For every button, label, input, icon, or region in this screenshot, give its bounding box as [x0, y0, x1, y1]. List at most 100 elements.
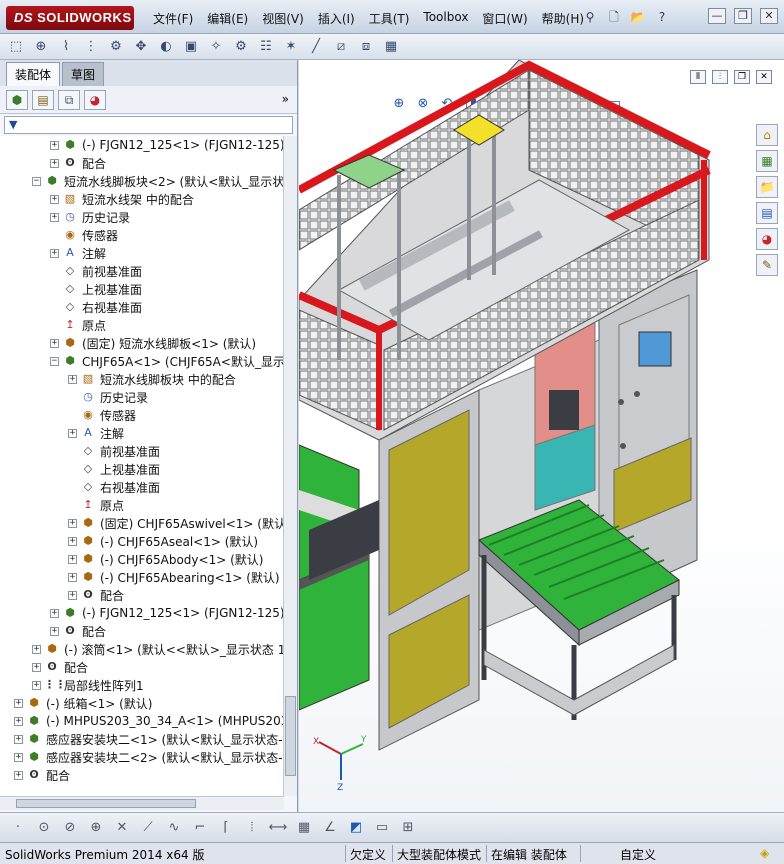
shaded-icon[interactable]: ◩	[346, 818, 366, 838]
tree-item[interactable]: + ◷ 历史记录	[50, 208, 130, 226]
rectangle-icon[interactable]: ▭	[372, 818, 392, 838]
corner-icon[interactable]: ⌈	[216, 818, 236, 838]
expand-toggle[interactable]: +	[68, 428, 77, 438]
tree-horizontal-scrollbar[interactable]	[0, 796, 284, 810]
menu-view[interactable]: 视图(V)	[255, 8, 311, 29]
expand-toggle[interactable]: +	[50, 140, 59, 150]
expand-toggle[interactable]: +	[50, 212, 59, 222]
appearances-icon[interactable]: ◕	[756, 228, 778, 250]
explode-line-sketch-icon[interactable]: ╱	[306, 37, 326, 57]
tree-item[interactable]: ◉ 传感器	[50, 226, 118, 244]
tree-item[interactable]: ◇ 右视基准面	[50, 298, 142, 316]
menu-insert[interactable]: 插入(I)	[311, 8, 362, 29]
tab-assembly[interactable]: 装配体	[6, 62, 61, 86]
table-icon[interactable]: ⊞	[398, 818, 418, 838]
menu-tools[interactable]: 工具(T)	[362, 8, 417, 29]
trim-icon[interactable]: ✕	[112, 818, 132, 838]
expand-toggle[interactable]: +	[50, 626, 59, 636]
tree-item[interactable]: + ʘ 配合	[14, 766, 70, 784]
status-custom-units[interactable]: 自定义	[620, 846, 656, 863]
tree-item[interactable]: ↥ 原点	[68, 496, 124, 514]
line-icon[interactable]: ⟋	[138, 818, 158, 838]
tree-item[interactable]: + ⬢ (-) CHJF65Abody<1> (默认)	[68, 550, 263, 568]
dimension-icon[interactable]: ⟷	[268, 818, 288, 838]
menu-edit[interactable]: 编辑(E)	[200, 8, 255, 29]
menu-file[interactable]: 文件(F)	[146, 8, 200, 29]
expand-toggle[interactable]: +	[14, 716, 23, 726]
polygon-icon[interactable]: ⊕	[86, 818, 106, 838]
tree-item[interactable]: ◇ 前视基准面	[50, 262, 142, 280]
tree-item[interactable]: + ⋮⋮ 局部线性阵列1	[32, 676, 144, 694]
expand-toggle[interactable]: +	[14, 734, 23, 744]
tree-item[interactable]: + ⬢ (固定) CHJF65Aswivel<1> (默认)	[68, 514, 284, 532]
tree-item[interactable]: + ʘ 配合	[50, 622, 106, 640]
smart-fasteners-icon[interactable]: ⚙	[106, 37, 126, 57]
tree-item[interactable]: + ⬢ (-) CHJF65Abearing<1> (默认)	[68, 568, 280, 586]
expand-toggle[interactable]: +	[32, 662, 41, 672]
collapse-toggle[interactable]: −	[50, 356, 59, 366]
menu-window[interactable]: 窗口(W)	[475, 8, 534, 29]
point-icon[interactable]: ·	[8, 818, 28, 838]
circle-icon[interactable]: ⊙	[34, 818, 54, 838]
tree-item[interactable]: + ▧ 短流水线脚板块 中的配合	[68, 370, 236, 388]
tree-item[interactable]: + ʘ 配合	[32, 658, 88, 676]
tree-item[interactable]: + ⬢ 感应器安装块二<2> (默认<默认_显示状态-1>	[14, 748, 284, 766]
expand-toggle[interactable]: +	[32, 644, 41, 654]
design-library-icon[interactable]: ▦	[756, 150, 778, 172]
expand-toggle[interactable]: +	[14, 770, 23, 780]
assembly-features-icon[interactable]: ▣	[181, 37, 201, 57]
grid-icon[interactable]: ▦	[294, 818, 314, 838]
show-hidden-icon[interactable]: ◐	[156, 37, 176, 57]
tab-sketch[interactable]: 草图	[62, 62, 105, 86]
pin-icon[interactable]: ⚲	[580, 8, 600, 26]
tree-item[interactable]: + ⬢ 感应器安装块二<1> (默认<默认_显示状态-1>	[14, 730, 284, 748]
move-component-icon[interactable]: ✥	[131, 37, 151, 57]
custom-properties-icon[interactable]: ✎	[756, 254, 778, 276]
close-button[interactable]: ✕	[760, 8, 778, 24]
fillet-icon[interactable]: ⌐	[190, 818, 210, 838]
expand-toggle[interactable]: +	[68, 518, 77, 528]
collapse-toggle[interactable]: −	[32, 176, 41, 186]
interference-detection-icon[interactable]: ⧄	[331, 37, 351, 57]
scrollbar-thumb[interactable]	[285, 696, 296, 776]
expand-toggle[interactable]: +	[68, 536, 77, 546]
tree-vertical-scrollbar[interactable]	[283, 136, 297, 796]
tree-item[interactable]: + ʘ 配合	[68, 586, 124, 604]
new-document-icon[interactable]: 🗋	[604, 8, 624, 26]
tree-item[interactable]: − ⬢ 短流水线脚板块<2> (默认<默认_显示状态	[32, 172, 284, 190]
tree-item[interactable]: ◇ 上视基准面	[68, 460, 160, 478]
tree-item[interactable]: ◇ 上视基准面	[50, 280, 142, 298]
tree-item[interactable]: + ⬢ (-) CHJF65Aseal<1> (默认)	[68, 532, 258, 550]
display-manager-icon[interactable]: ◕	[84, 90, 106, 110]
expand-toggle[interactable]: +	[32, 680, 41, 690]
offset-icon[interactable]: ⦙	[242, 818, 262, 838]
exploded-view-icon[interactable]: ✶	[281, 37, 301, 57]
tree-item[interactable]: + A 注解	[68, 424, 124, 442]
mate-icon[interactable]: ⌇	[56, 37, 76, 57]
linear-pattern-icon[interactable]: ⋮	[81, 37, 101, 57]
insert-component-icon[interactable]: ⊕	[31, 37, 51, 57]
feature-tree-icon[interactable]: ⬢	[6, 90, 28, 110]
tree-item[interactable]: + ⬢ (-) FJGN12_125<1> (FJGN12-125)	[50, 604, 284, 622]
angle-icon[interactable]: ∠	[320, 818, 340, 838]
tree-item[interactable]: + ▧ 短流水线架 中的配合	[50, 190, 194, 208]
status-help-icon[interactable]: ◈	[760, 846, 769, 860]
tree-item[interactable]: + ʘ 配合	[50, 154, 106, 172]
tree-item[interactable]: + ⬢ (-) FJGN12_125<1> (FJGN12-125)	[50, 136, 284, 154]
minimize-button[interactable]: —	[708, 8, 726, 24]
reference-geometry-icon[interactable]: ✧	[206, 37, 226, 57]
property-manager-icon[interactable]: ▤	[32, 90, 54, 110]
spline-icon[interactable]: ∿	[164, 818, 184, 838]
tree-item[interactable]: + ⬢ (-) MHPUS203_30_34_A<1> (MHPUS203-30-3…	[14, 712, 284, 730]
expand-toggle[interactable]: +	[68, 590, 77, 600]
expand-toggle[interactable]: +	[68, 554, 77, 564]
graphics-area[interactable]: ⫴ ⫶ ❐ ✕ ⊕ ⊗ ↶ ◨ ⬡ ◼ ◎ ◕ ◑ ▭	[299, 60, 784, 812]
new-motion-study-icon[interactable]: ⚙	[231, 37, 251, 57]
bill-of-materials-icon[interactable]: ☷	[256, 37, 276, 57]
assembly-model[interactable]: X Y Z	[299, 60, 784, 812]
expand-toggle[interactable]: +	[50, 248, 59, 258]
solidworks-logo[interactable]: DS SOLIDWORKS	[6, 6, 134, 30]
home-icon[interactable]: ⌂	[756, 124, 778, 146]
expand-toggle[interactable]: +	[68, 572, 77, 582]
expand-toggle[interactable]: +	[68, 374, 77, 384]
